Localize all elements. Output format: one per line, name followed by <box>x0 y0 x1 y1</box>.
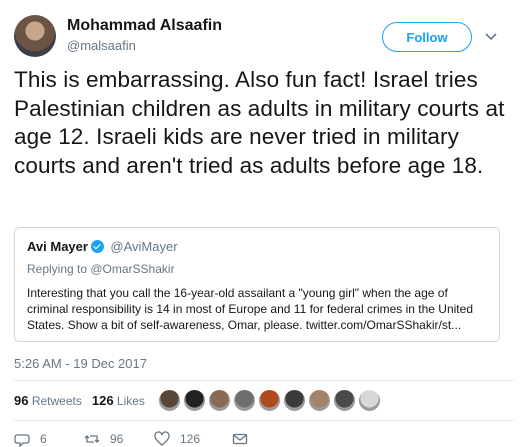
liker-avatar[interactable] <box>308 389 331 412</box>
likers-avatars <box>158 389 383 412</box>
divider <box>14 380 514 381</box>
author-name[interactable]: Mohammad Alsaafin <box>67 17 222 35</box>
retweets-label[interactable]: Retweets <box>32 394 82 408</box>
liker-avatar[interactable] <box>283 389 306 412</box>
quoted-author-handle: @AviMayer <box>110 239 178 254</box>
tweet-timestamp[interactable]: 5:26 AM - 19 Dec 2017 <box>14 356 147 371</box>
retweets-count[interactable]: 96 <box>14 393 28 408</box>
author-handle[interactable]: @malsaafin <box>67 38 136 53</box>
liker-avatar[interactable] <box>208 389 231 412</box>
verified-badge-icon <box>90 240 104 253</box>
replying-to: Replying to @OmarSShakir <box>27 262 175 276</box>
follow-button[interactable]: Follow <box>382 22 472 52</box>
engagement-stats: 96 Retweets 126 Likes <box>14 393 145 408</box>
liker-avatar[interactable] <box>233 389 256 412</box>
liker-avatar[interactable] <box>358 389 381 412</box>
quoted-tweet[interactable]: Avi Mayer @AviMayer Replying to @OmarSSh… <box>14 227 500 342</box>
author-avatar[interactable] <box>14 15 56 57</box>
quoted-author-name: Avi Mayer <box>27 239 88 254</box>
liker-avatar[interactable] <box>258 389 281 412</box>
liker-avatar[interactable] <box>183 389 206 412</box>
tweet-text: This is embarrassing. Also fun fact! Isr… <box>14 67 505 178</box>
liker-avatar[interactable] <box>333 389 356 412</box>
likes-count[interactable]: 126 <box>92 393 114 408</box>
chevron-down-icon[interactable] <box>484 29 498 43</box>
retweet-count: 96 <box>110 432 124 446</box>
likes-label[interactable]: Likes <box>117 394 145 408</box>
liker-avatar[interactable] <box>158 389 181 412</box>
divider <box>14 420 514 421</box>
like-count: 126 <box>180 432 201 446</box>
quoted-tweet-text: Interesting that you call the 16-year-ol… <box>27 286 473 332</box>
reply-count: 6 <box>40 432 47 446</box>
